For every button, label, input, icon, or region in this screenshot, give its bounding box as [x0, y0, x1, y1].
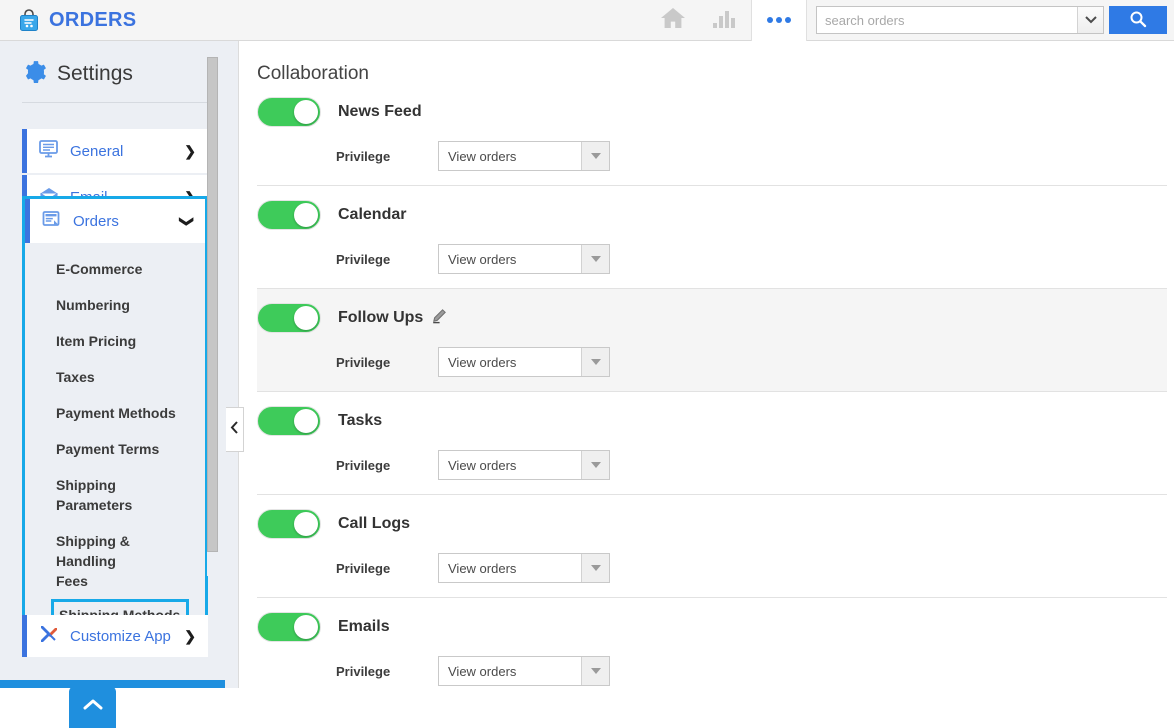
chevron-left-icon [230, 421, 239, 439]
sidebar-item-label: Customize App [70, 628, 171, 645]
sidebar-item-customize-app[interactable]: Customize App ❯ [22, 615, 208, 657]
settings-header: Settings [0, 41, 238, 89]
bar-chart-icon [711, 6, 739, 35]
sidebar-collapse-handle[interactable] [226, 407, 244, 452]
sidebar-item-label: Orders [73, 213, 119, 230]
brand[interactable]: ORDERS [0, 0, 136, 41]
chevron-down-icon [581, 554, 609, 582]
privilege-label: Privilege [336, 149, 438, 164]
chevron-down-icon [581, 451, 609, 479]
sidebar-item-item-pricing[interactable]: Item Pricing [25, 323, 205, 359]
privilege-select-call-logs[interactable]: View orders [438, 553, 610, 583]
header-actions [647, 0, 1174, 41]
settings-title: Settings [57, 62, 133, 86]
chevron-down-icon [581, 657, 609, 685]
search-area [807, 0, 1174, 41]
chevron-up-icon [82, 698, 104, 717]
privilege-label: Privilege [336, 458, 438, 473]
privilege-select-calendar[interactable]: View orders [438, 244, 610, 274]
home-button[interactable] [647, 0, 699, 41]
search-scope-dropdown[interactable] [1077, 7, 1103, 33]
privilege-select-follow-ups[interactable]: View orders [438, 347, 610, 377]
search-button[interactable] [1109, 6, 1167, 34]
sidebar-item-label: General [70, 143, 123, 160]
privilege-value: View orders [439, 451, 581, 479]
more-dots-icon [767, 17, 791, 23]
feature-row: Emails Privilege View orders Include Has… [257, 598, 1167, 688]
feature-row: News Feed Privilege View orders [257, 85, 1167, 186]
feature-name: Emails [338, 618, 390, 636]
chevron-down-icon: ❯ [179, 215, 196, 227]
sidebar: Settings General ❯ Email [0, 41, 239, 688]
sidebar-scrollbar[interactable] [207, 57, 218, 552]
toggle-call-logs[interactable] [257, 509, 321, 539]
page-title: Collaboration [240, 41, 1174, 85]
sidebar-item-payment-terms[interactable]: Payment Terms [25, 431, 205, 467]
privilege-label: Privilege [336, 561, 438, 576]
feature-row: Tasks Privilege View orders [257, 392, 1167, 495]
home-icon [659, 5, 687, 36]
chevron-right-icon: ❯ [184, 143, 196, 160]
privilege-select-tasks[interactable]: View orders [438, 450, 610, 480]
divider [22, 102, 216, 103]
tools-icon [38, 624, 60, 649]
brand-title: ORDERS [49, 9, 136, 32]
feature-name: Tasks [338, 412, 382, 430]
monitor-icon [38, 139, 60, 164]
app-header: ORDERS [0, 0, 1174, 41]
toggle-follow-ups[interactable] [257, 303, 321, 333]
privilege-value: View orders [439, 245, 581, 273]
sidebar-group-orders: Orders ❯ E-Commerce Numbering Item Prici… [22, 196, 208, 644]
sidebar-item-shipping-handling-fees[interactable]: Shipping & Handling Fees [25, 523, 143, 599]
more-menu-button[interactable] [751, 0, 807, 41]
chevron-down-icon [581, 245, 609, 273]
sidebar-item-shipping-parameters[interactable]: Shipping Parameters [25, 467, 143, 523]
privilege-select-emails[interactable]: View orders [438, 656, 610, 686]
scroll-to-top-button[interactable] [69, 686, 116, 728]
chevron-down-icon [581, 142, 609, 170]
search-icon [1129, 10, 1147, 31]
bottom-accent-bar [0, 680, 225, 688]
toggle-calendar[interactable] [257, 200, 321, 230]
privilege-value: View orders [439, 142, 581, 170]
chevron-right-icon: ❯ [184, 628, 196, 645]
toggle-tasks[interactable] [257, 406, 321, 436]
sidebar-item-numbering[interactable]: Numbering [25, 287, 205, 323]
sidebar-item-e-commerce[interactable]: E-Commerce [25, 251, 205, 287]
privilege-select-news-feed[interactable]: View orders [438, 141, 610, 171]
pencil-icon[interactable] [431, 308, 447, 329]
main-content: Collaboration News Feed Privilege View o… [240, 41, 1174, 688]
privilege-value: View orders [439, 348, 581, 376]
feature-row: Follow Ups Privilege View orders [257, 289, 1167, 392]
feature-name: Calendar [338, 206, 406, 224]
sidebar-item-taxes[interactable]: Taxes [25, 359, 205, 395]
search-field-group [816, 6, 1104, 34]
feature-row: Calendar Privilege View orders [257, 186, 1167, 289]
feature-name: News Feed [338, 103, 422, 121]
feature-name: Follow Ups [338, 309, 423, 327]
toggle-emails[interactable] [257, 612, 321, 642]
privilege-label: Privilege [336, 355, 438, 370]
feature-name: Call Logs [338, 515, 410, 533]
gear-icon [22, 59, 47, 89]
sidebar-item-general[interactable]: General ❯ [22, 129, 208, 173]
chevron-down-icon [581, 348, 609, 376]
feature-row: Call Logs Privilege View orders [257, 495, 1167, 598]
privilege-label: Privilege [336, 664, 438, 679]
search-input[interactable] [817, 7, 1077, 33]
reports-button[interactable] [699, 0, 751, 41]
chevron-down-icon [1085, 11, 1097, 29]
privilege-value: View orders [439, 554, 581, 582]
sidebar-item-payment-methods[interactable]: Payment Methods [25, 395, 205, 431]
privilege-value: View orders [439, 657, 581, 685]
document-icon [41, 209, 63, 234]
sidebar-item-orders[interactable]: Orders ❯ [25, 199, 205, 243]
shopping-bag-icon [18, 8, 40, 32]
toggle-news-feed[interactable] [257, 97, 321, 127]
sidebar-subnav-orders: E-Commerce Numbering Item Pricing Taxes … [25, 243, 205, 641]
privilege-label: Privilege [336, 252, 438, 267]
